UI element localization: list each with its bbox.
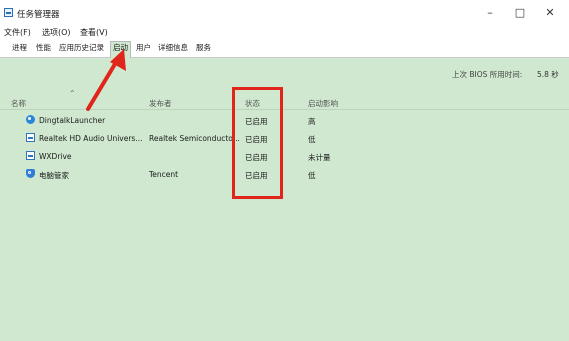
menu-view[interactable]: 查看(V) [80, 27, 108, 38]
task-manager-icon [4, 8, 13, 17]
column-header-publisher[interactable]: 发布者 [149, 98, 172, 109]
tab-performance[interactable]: 性能 [34, 42, 53, 56]
maximize-button[interactable]: □ [508, 4, 532, 22]
column-header-impact[interactable]: 启动影响 [308, 98, 338, 109]
close-button[interactable]: ✕ [538, 4, 562, 22]
row-impact: 未计量 [308, 153, 331, 162]
minimize-button[interactable]: – [478, 4, 502, 22]
dingtalk-icon [26, 115, 35, 124]
menu-options[interactable]: 选项(O) [42, 27, 71, 38]
row-name: Realtek HD Audio Univers... [39, 134, 143, 143]
bios-time-label: 上次 BIOS 所用时间: [452, 70, 523, 79]
table-row[interactable]: Realtek HD Audio Univers... Realtek Semi… [0, 130, 569, 148]
row-name: WXDrive [39, 152, 72, 161]
row-impact: 低 [308, 135, 316, 144]
row-impact: 低 [308, 171, 316, 180]
bios-time-value: 5.8 秒 [537, 70, 559, 79]
tab-services[interactable]: 服务 [194, 42, 213, 56]
app-icon [26, 151, 35, 160]
menu-bar: 文件(F) 选项(O) 查看(V) [0, 26, 569, 39]
column-header-name[interactable]: 名称 [11, 98, 26, 109]
table-row[interactable]: 电脑管家 Tencent 已启用 低 [0, 166, 569, 184]
status-highlight-box [232, 87, 283, 199]
row-publisher: Realtek Semiconducto... [149, 134, 240, 143]
row-impact: 高 [308, 117, 316, 126]
sort-up-icon: ⌃ [69, 89, 76, 98]
row-name: DingtalkLauncher [39, 116, 106, 125]
title-bar[interactable]: 任务管理器 – □ ✕ [0, 0, 569, 27]
row-publisher: Tencent [149, 170, 179, 179]
menu-file[interactable]: 文件(F) [4, 27, 31, 38]
app-icon [26, 133, 35, 142]
shield-icon [26, 169, 35, 178]
table-row[interactable]: WXDrive 已启用 未计量 [0, 148, 569, 166]
row-name: 电脑管家 [39, 171, 69, 180]
annotation-arrow-icon [86, 49, 126, 111]
tab-processes[interactable]: 进程 [10, 42, 29, 56]
tab-details[interactable]: 详细信息 [156, 42, 190, 56]
task-manager-window: 任务管理器 – □ ✕ 文件(F) 选项(O) 查看(V) 进程 性能 应用历史… [0, 0, 569, 341]
window-title: 任务管理器 [17, 10, 60, 20]
